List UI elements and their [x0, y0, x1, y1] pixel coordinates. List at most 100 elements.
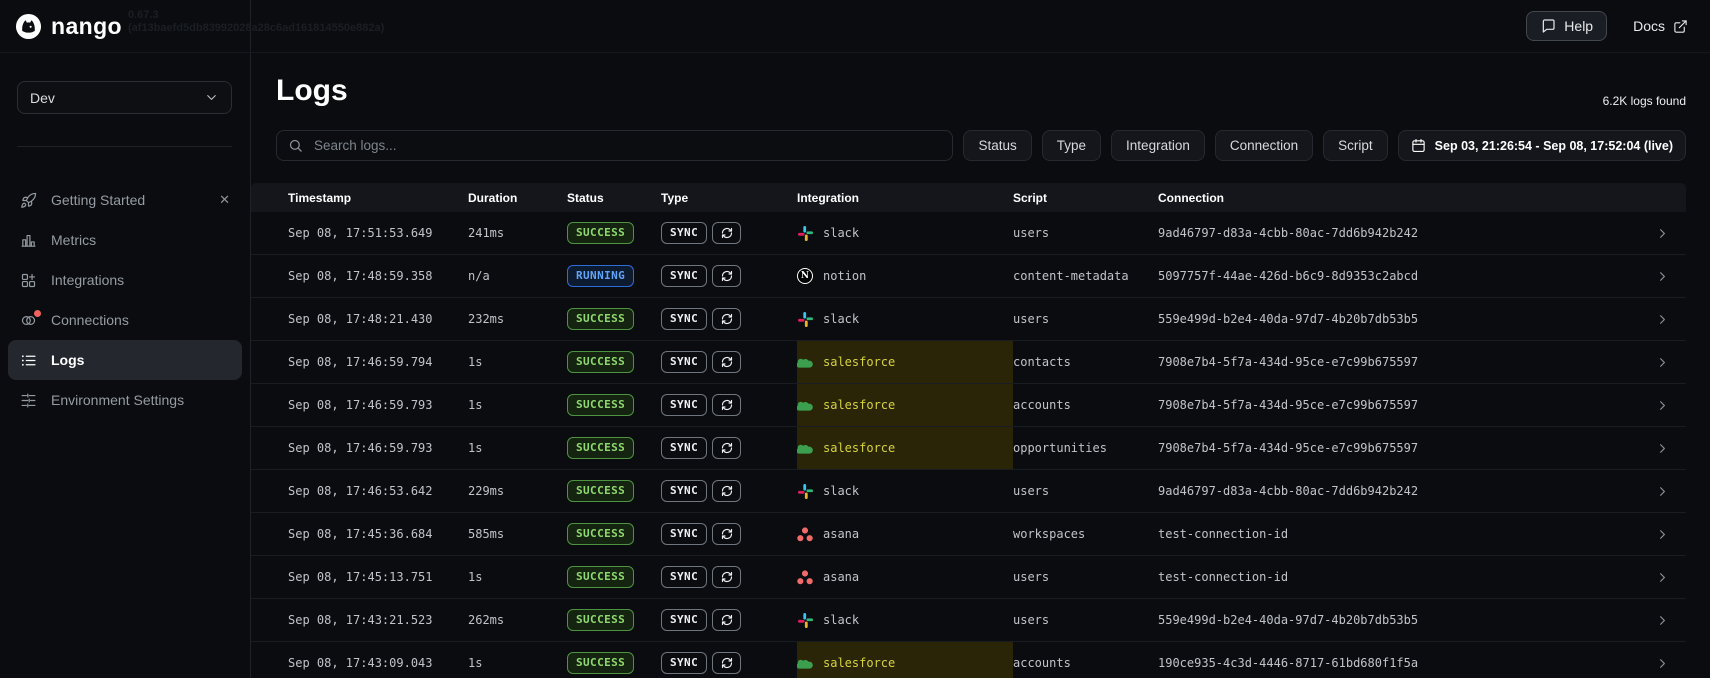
sidebar-item-logs[interactable]: Logs [8, 340, 242, 380]
chevron-right-icon[interactable] [1641, 255, 1686, 297]
column-header-type: Type [661, 190, 689, 205]
sidebar-nav: Getting Started ✕ Metrics Integrations C… [8, 180, 242, 420]
refresh-icon[interactable] [712, 523, 742, 545]
calendar-icon [1411, 138, 1426, 153]
refresh-icon[interactable] [712, 566, 742, 588]
chevron-right-icon[interactable] [1641, 513, 1686, 555]
filter-type-button[interactable]: Type [1041, 130, 1102, 161]
nango-logo[interactable]: nango [15, 13, 122, 40]
topbar: nango 0.67.3 (af13baefd5db83992028a28c6a… [0, 0, 1710, 53]
log-script: contacts [1013, 355, 1071, 369]
status-badge: SUCCESS [567, 394, 635, 416]
log-timestamp: Sep 08, 17:51:53.649 [288, 226, 433, 240]
close-icon[interactable]: ✕ [219, 192, 230, 208]
chevron-right-icon[interactable] [1641, 341, 1686, 383]
log-integration: slack [797, 298, 1013, 340]
log-row[interactable]: Sep 08, 17:46:53.642 229ms SUCCESS SYNC … [251, 470, 1686, 513]
help-button[interactable]: Help [1526, 11, 1608, 41]
chevron-right-icon[interactable] [1641, 212, 1686, 254]
log-script: users [1013, 226, 1050, 240]
filter-integration-button[interactable]: Integration [1111, 130, 1205, 161]
type-badge: SYNC [661, 308, 708, 330]
log-duration: 1s [468, 570, 483, 584]
log-row[interactable]: Sep 08, 17:46:59.794 1s SUCCESS SYNC sal… [251, 341, 1686, 384]
chevron-right-icon[interactable] [1641, 556, 1686, 598]
refresh-icon[interactable] [712, 480, 742, 502]
log-script: content-metadata [1013, 269, 1129, 283]
chevron-right-icon[interactable] [1641, 298, 1686, 340]
sidebar-item-connections[interactable]: Connections [8, 300, 242, 340]
salesforce-icon [797, 356, 813, 368]
chevron-right-icon[interactable] [1641, 470, 1686, 512]
log-script: accounts [1013, 656, 1071, 670]
log-row[interactable]: Sep 08, 17:45:36.684 585ms SUCCESS SYNC … [251, 513, 1686, 556]
log-integration: salesforce [797, 384, 1013, 426]
type-badge: SYNC [661, 265, 708, 287]
filter-script-button[interactable]: Script [1323, 130, 1388, 161]
log-row[interactable]: Sep 08, 17:46:59.793 1s SUCCESS SYNC sal… [251, 427, 1686, 470]
log-connection: 559e499d-b2e4-40da-97d7-4b20b7db53b5 [1158, 312, 1419, 326]
refresh-icon[interactable] [712, 437, 742, 459]
chevron-down-icon [204, 90, 219, 105]
log-timestamp: Sep 08, 17:46:59.793 [288, 398, 433, 412]
search-box[interactable] [276, 130, 954, 161]
refresh-icon[interactable] [712, 222, 742, 244]
type-badge: SYNC [661, 394, 708, 416]
slack-icon [797, 311, 813, 327]
status-badge: SUCCESS [567, 523, 635, 545]
refresh-icon[interactable] [712, 652, 742, 674]
refresh-icon[interactable] [712, 308, 742, 330]
refresh-icon[interactable] [712, 351, 742, 373]
log-connection: 5097757f-44ae-426d-b6c9-8d9353c2abcd [1158, 269, 1419, 283]
filter-status-button[interactable]: Status [963, 130, 1032, 161]
log-duration: 241ms [468, 226, 505, 240]
log-script: users [1013, 570, 1050, 584]
date-range-button[interactable]: Sep 03, 21:26:54 - Sep 08, 17:52:04 (liv… [1397, 130, 1686, 161]
log-row[interactable]: Sep 08, 17:43:21.523 262ms SUCCESS SYNC … [251, 599, 1686, 642]
external-link-icon [1673, 19, 1688, 34]
log-row[interactable]: Sep 08, 17:43:09.043 1s SUCCESS SYNC sal… [251, 642, 1686, 678]
sidebar-item-metrics[interactable]: Metrics [8, 220, 242, 260]
log-row[interactable]: Sep 08, 17:45:13.751 1s SUCCESS SYNC asa… [251, 556, 1686, 599]
chevron-right-icon[interactable] [1641, 599, 1686, 641]
log-script: users [1013, 613, 1050, 627]
sidebar-item-environment-settings[interactable]: Environment Settings [8, 380, 242, 420]
nango-logo-icon [15, 13, 42, 40]
sidebar-item-integrations[interactable]: Integrations [8, 260, 242, 300]
log-duration: 229ms [468, 484, 505, 498]
search-input[interactable] [312, 137, 942, 154]
log-timestamp: Sep 08, 17:46:53.642 [288, 484, 433, 498]
bar-chart-icon [20, 232, 37, 249]
chevron-right-icon[interactable] [1641, 427, 1686, 469]
slack-icon [797, 612, 813, 628]
environment-selector[interactable]: Dev [17, 81, 232, 114]
asana-icon [797, 526, 813, 542]
log-row[interactable]: Sep 08, 17:46:59.793 1s SUCCESS SYNC sal… [251, 384, 1686, 427]
type-badge: SYNC [661, 609, 708, 631]
log-integration: slack [797, 212, 1013, 254]
status-badge: SUCCESS [567, 308, 635, 330]
refresh-icon[interactable] [712, 609, 742, 631]
log-duration: 232ms [468, 312, 505, 326]
column-header-duration: Duration [468, 190, 518, 205]
refresh-icon[interactable] [712, 394, 742, 416]
sidebar-item-getting-started[interactable]: Getting Started ✕ [8, 180, 242, 220]
log-script: opportunities [1013, 441, 1107, 455]
log-integration: asana [797, 513, 1013, 555]
sidebar-divider [17, 146, 232, 147]
log-row[interactable]: Sep 08, 17:51:53.649 241ms SUCCESS SYNC … [251, 212, 1686, 255]
column-header-integration: Integration [797, 190, 859, 205]
search-icon [288, 138, 303, 153]
chevron-right-icon[interactable] [1641, 384, 1686, 426]
filter-connection-button[interactable]: Connection [1214, 130, 1314, 161]
log-connection: 7908e7b4-5f7a-434d-95ce-e7c99b675597 [1158, 441, 1419, 455]
refresh-icon[interactable] [712, 265, 742, 287]
logs-table: Timestamp Duration Status Type Integrati… [251, 183, 1686, 678]
log-row[interactable]: Sep 08, 17:48:59.358 n/a RUNNING SYNC N … [251, 255, 1686, 298]
type-badge: SYNC [661, 566, 708, 588]
log-row[interactable]: Sep 08, 17:48:21.430 232ms SUCCESS SYNC … [251, 298, 1686, 341]
logs-count: 6.2K logs found [1602, 94, 1686, 108]
chevron-right-icon[interactable] [1641, 642, 1686, 678]
salesforce-icon [797, 442, 813, 454]
docs-link[interactable]: Docs [1633, 18, 1688, 34]
